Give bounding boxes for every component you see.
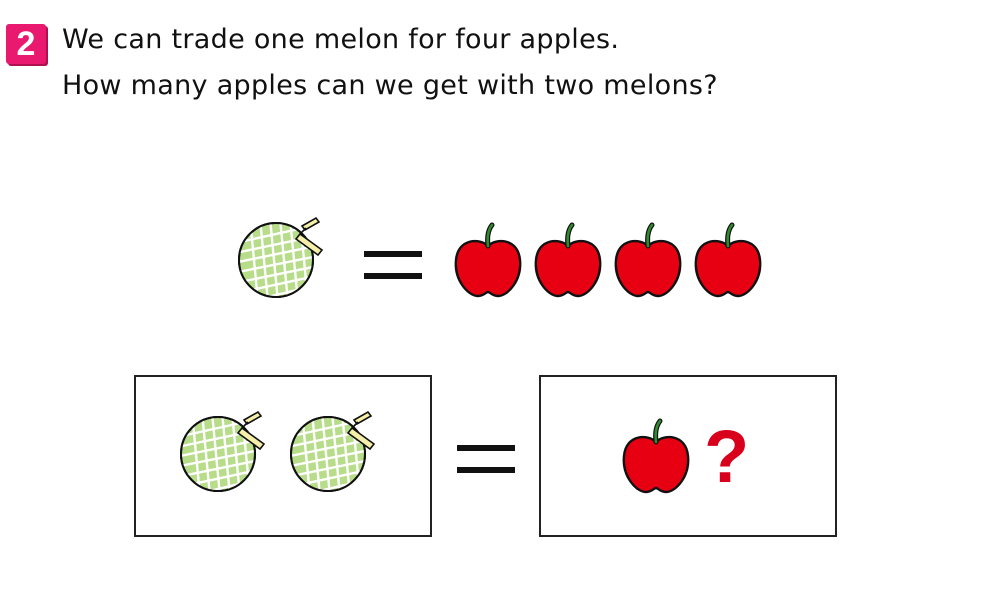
- melon-icon: [236, 212, 332, 308]
- apple-icon: [452, 220, 524, 300]
- melon-icon: [178, 406, 274, 502]
- melon-icon: [288, 406, 384, 502]
- apple-icon: [692, 220, 764, 300]
- apple-icon: [620, 416, 692, 496]
- question-number-badge: 2: [6, 24, 46, 64]
- question-text-line-2: How many apples can we get with two melo…: [62, 70, 718, 101]
- equals-sign: [364, 251, 422, 279]
- apple-icon: [612, 220, 684, 300]
- equals-sign: [457, 445, 515, 473]
- apple-icon: [532, 220, 604, 300]
- question-text-line-1: We can trade one melon for four apples.: [62, 24, 620, 55]
- unknown-question-mark: ?: [704, 415, 750, 498]
